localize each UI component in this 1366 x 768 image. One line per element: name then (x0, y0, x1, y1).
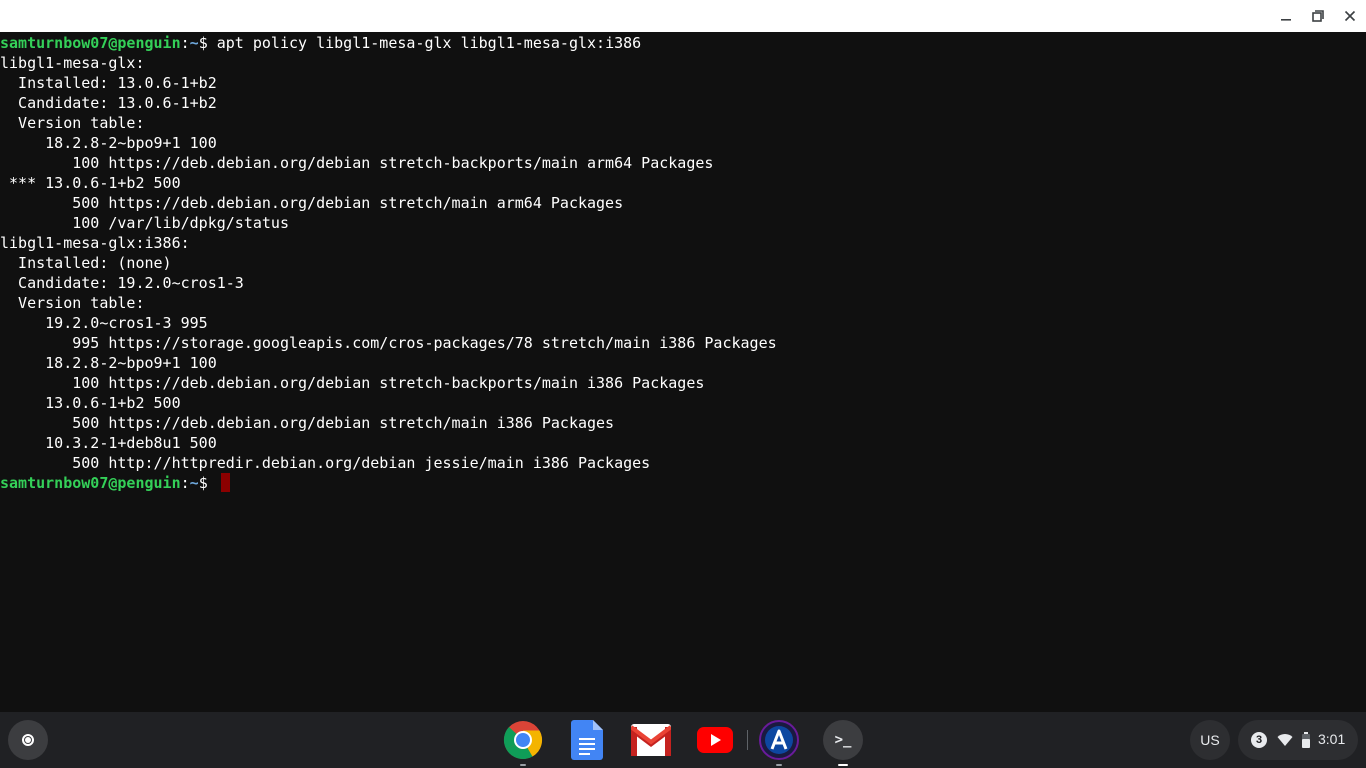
shelf-app-arc[interactable] (757, 718, 801, 766)
launcher-icon (22, 734, 34, 746)
ime-label: US (1200, 732, 1220, 748)
close-icon (1344, 10, 1356, 22)
terminal-icon: >_ (823, 720, 863, 760)
notification-count-badge: 3 (1251, 732, 1267, 748)
app-running-indicator (776, 764, 782, 766)
output-line: Version table: (0, 114, 145, 132)
output-line: Version table: (0, 294, 145, 312)
output-line: libgl1-mesa-glx:i386: (0, 234, 190, 252)
output-line: 100 https://deb.debian.org/debian stretc… (0, 374, 705, 392)
shelf-app-docs[interactable] (565, 718, 609, 762)
terminal-window[interactable]: samturnbow07@penguin:~$ apt policy libgl… (0, 32, 1366, 712)
close-button[interactable] (1334, 0, 1366, 32)
prompt-separator: : (180, 474, 190, 492)
restore-button[interactable] (1302, 0, 1334, 32)
ime-menu-button[interactable]: US (1190, 720, 1230, 760)
active-prompt-line[interactable]: samturnbow07@penguin:~$ (0, 473, 1366, 493)
prompt-user: samturnbow07@penguin (0, 34, 181, 52)
status-tray[interactable]: 3 3:01 (1238, 720, 1358, 760)
prompt-symbol: $ (198, 34, 217, 52)
minimize-button[interactable] (1270, 0, 1302, 32)
docs-icon (571, 720, 603, 760)
notification-count: 3 (1255, 734, 1263, 746)
shelf: >_ US 3 3:01 (0, 712, 1366, 768)
prompt-user: samturnbow07@penguin (0, 474, 181, 492)
minimize-icon (1281, 19, 1291, 21)
output-line: 18.2.8-2~bpo9+1 100 (0, 134, 217, 152)
battery-icon (1302, 732, 1310, 748)
restore-icon (1312, 10, 1324, 22)
shelf-app-terminal[interactable]: >_ (821, 718, 865, 766)
prompt-symbol: $ (198, 474, 217, 492)
output-line: 500 http://httpredir.debian.org/debian j… (0, 454, 651, 472)
output-line: Candidate: 13.0.6-1+b2 (0, 94, 217, 112)
prompt-path: ~ (189, 34, 199, 52)
output-line: 100 /var/lib/dpkg/status (0, 214, 289, 232)
prompt-path: ~ (189, 474, 199, 492)
command-line: samturnbow07@penguin:~$ apt policy libgl… (0, 32, 1366, 53)
output-line: Installed: (none) (0, 254, 172, 272)
output-line: 18.2.8-2~bpo9+1 100 (0, 354, 217, 372)
app-running-indicator (520, 764, 526, 766)
output-line: 13.0.6-1+b2 500 (0, 394, 181, 412)
shelf-divider (747, 730, 748, 750)
shelf-app-youtube[interactable] (693, 718, 737, 762)
output-line: 100 https://deb.debian.org/debian stretc… (0, 154, 714, 172)
youtube-icon (697, 727, 733, 753)
output-line: 995 https://storage.googleapis.com/cros-… (0, 334, 777, 352)
wifi-icon (1277, 734, 1293, 746)
output-line: 500 https://deb.debian.org/debian stretc… (0, 414, 615, 432)
output-line: 10.3.2-1+deb8u1 500 (0, 434, 217, 452)
command-text: apt policy libgl1-mesa-glx libgl1-mesa-g… (216, 34, 642, 52)
output-line: libgl1-mesa-glx: (0, 54, 145, 72)
output-line: 19.2.0~cros1-3 995 (0, 314, 208, 332)
gmail-icon (631, 724, 671, 756)
arc-icon (759, 720, 799, 760)
output-line: 500 https://deb.debian.org/debian stretc… (0, 194, 624, 212)
terminal-output: libgl1-mesa-glx: Installed: 13.0.6-1+b2 … (0, 53, 1366, 473)
clock-time: 3:01 (1318, 731, 1346, 747)
app-active-indicator (838, 764, 848, 766)
chrome-icon (503, 721, 543, 760)
output-line: Installed: 13.0.6-1+b2 (0, 74, 217, 92)
window-titlebar (0, 0, 1366, 32)
output-line: *** 13.0.6-1+b2 500 (0, 174, 181, 192)
text-cursor (220, 473, 230, 492)
terminal-icon-glyph: >_ (834, 732, 852, 748)
shelf-app-chrome[interactable] (501, 718, 545, 766)
launcher-button[interactable] (8, 720, 48, 760)
output-line: Candidate: 19.2.0~cros1-3 (0, 274, 244, 292)
prompt-separator: : (180, 34, 190, 52)
shelf-app-gmail[interactable] (629, 718, 673, 762)
